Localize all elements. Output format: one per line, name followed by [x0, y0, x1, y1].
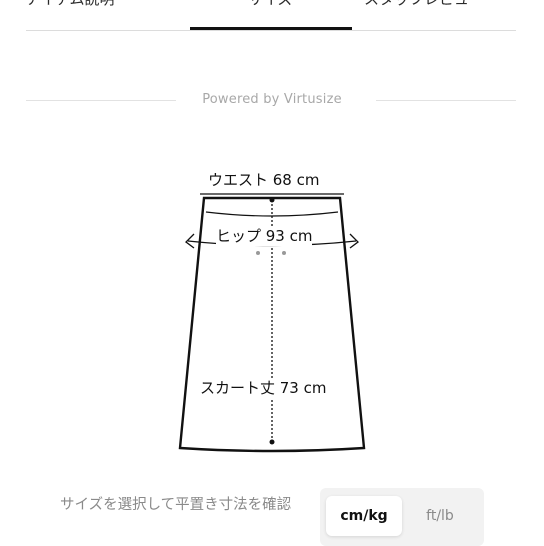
skirt-outline [178, 193, 366, 453]
powered-by-row: Powered by Virtusize [0, 91, 544, 111]
tab-size[interactable]: サイズ [248, 0, 293, 12]
waist-measurement: ウエスト 68 cm [208, 170, 320, 190]
size-diagram: ウエスト 68 cm ヒップ 93 cm スカート丈 73 cm [0, 150, 544, 460]
hip-measurement: ヒップ 93 cm [216, 226, 313, 246]
tab-bar: アイテム説明 サイズ スタッフレビュー [26, 0, 516, 31]
tab-item-description[interactable]: アイテム説明 [26, 0, 115, 12]
length-measurement: スカート丈 73 cm [200, 378, 327, 398]
active-tab-indicator [190, 27, 352, 30]
unit-instruction: サイズを選択して平置き寸法を確認 [60, 497, 292, 513]
unit-ftlb-button[interactable]: ft/lb [402, 496, 478, 536]
tab-staff-review[interactable]: スタッフレビュー [364, 0, 484, 12]
unit-cmkg-button[interactable]: cm/kg [326, 496, 402, 536]
unit-toggle: cm/kg ft/lb [320, 488, 484, 546]
powered-by-label: Powered by Virtusize [202, 92, 342, 107]
